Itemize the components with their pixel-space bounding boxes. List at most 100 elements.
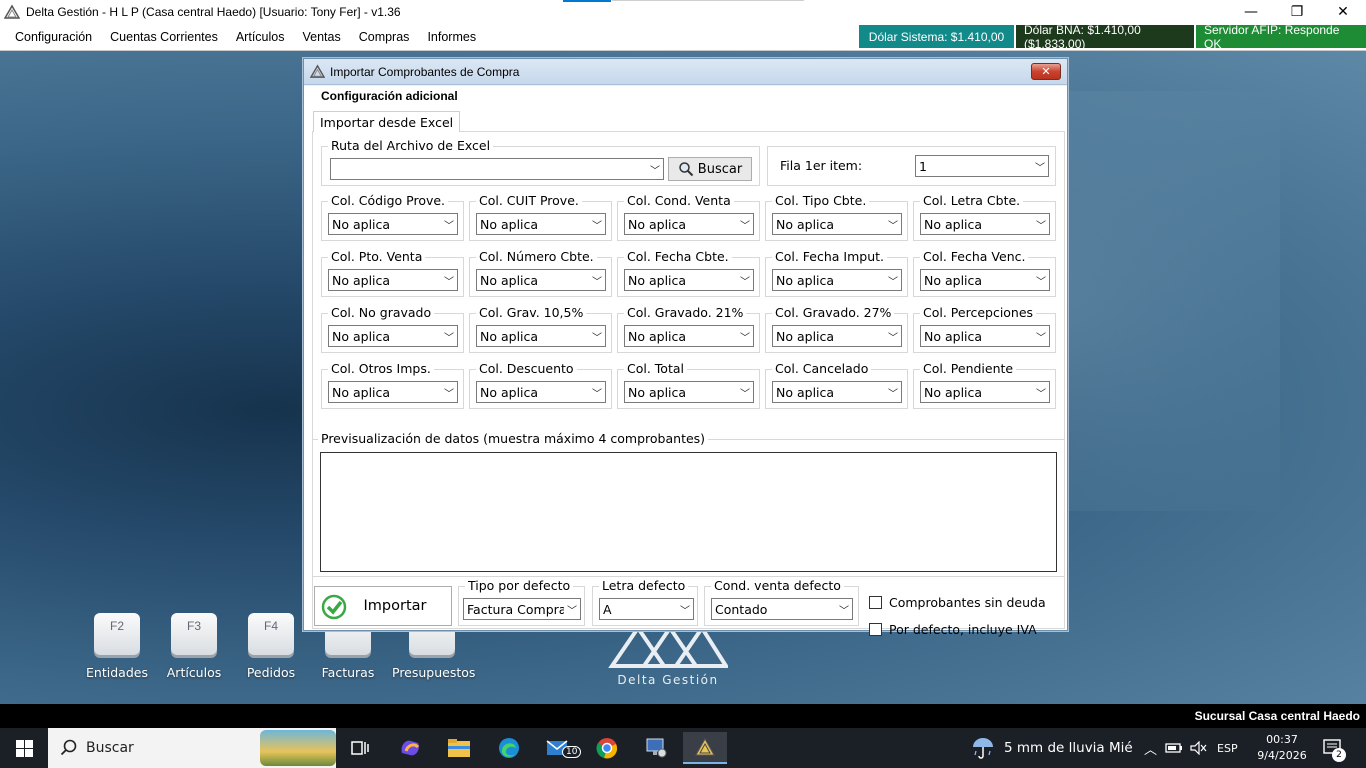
column-combo-col-gravado-21[interactable]: No aplica ﹀ (624, 325, 754, 347)
ruta-archivo-legend: Ruta del Archivo de Excel (328, 138, 494, 153)
column-combo-value: No aplica (480, 328, 539, 344)
minimize-button[interactable]: — (1228, 0, 1274, 24)
column-combo-col-total[interactable]: No aplica ﹀ (624, 381, 754, 403)
shortcut-pedidos[interactable]: F4 Pedidos (231, 613, 311, 680)
chevron-down-icon: ﹀ (592, 220, 602, 232)
delta-gestion-taskbar-icon[interactable] (683, 732, 727, 764)
shortcut-label: Entidades (86, 665, 148, 680)
column-combo-col-no-gravado[interactable]: No aplica ﹀ (328, 325, 458, 347)
column-group-col-total: Col. Total No aplica ﹀ (617, 361, 760, 409)
cond-defecto-combo[interactable]: Contado ﹀ (711, 598, 853, 620)
incluye-iva-checkbox[interactable]: Por defecto, incluye IVA (869, 622, 1037, 637)
column-combo-col-codigo-prove[interactable]: No aplica ﹀ (328, 213, 458, 235)
menu-cuentas-corrientes[interactable]: Cuentas Corrientes (101, 30, 227, 44)
notifications-button[interactable]: 2 (1322, 728, 1346, 768)
shortcut-entidades[interactable]: F2 Entidades (77, 613, 157, 680)
column-combo-col-cuit-prove[interactable]: No aplica ﹀ (476, 213, 606, 235)
tab-importar-desde-excel[interactable]: Importar desde Excel (313, 111, 461, 132)
column-combo-value: No aplica (776, 384, 835, 400)
taskbar-clock[interactable]: 00:37 9/4/2026 (1252, 732, 1312, 764)
menu-configuracion[interactable]: Configuración (6, 30, 101, 44)
mail-icon[interactable]: 10 (538, 732, 582, 764)
edge-browser-icon[interactable] (489, 732, 529, 764)
chevron-up-icon[interactable]: ︿ (1144, 739, 1157, 758)
column-combo-col-gravado-27[interactable]: No aplica ﹀ (772, 325, 902, 347)
chevron-down-icon: ﹀ (888, 276, 898, 288)
column-combo-col-otros-imps[interactable]: No aplica ﹀ (328, 381, 458, 403)
column-combo-col-letra-cbte[interactable]: No aplica ﹀ (920, 213, 1050, 235)
search-icon (679, 162, 694, 177)
weather-widget[interactable]: 5 mm de lluvia Mié (970, 728, 1133, 768)
column-combo-col-percepciones[interactable]: No aplica ﹀ (920, 325, 1050, 347)
status-servidor-afip: Servidor AFIP: Responde OK (1196, 23, 1366, 51)
letra-defecto-group: Letra defecto A ﹀ (592, 578, 698, 626)
copilot-icon[interactable] (390, 732, 430, 764)
tab-configuracion-adicional[interactable]: Configuración adicional (321, 89, 458, 103)
clock-date: 9/4/2026 (1257, 749, 1307, 762)
column-combo-col-fecha-imput[interactable]: No aplica ﹀ (772, 269, 902, 291)
tipo-defecto-combo[interactable]: Factura Compra ﹀ (463, 598, 581, 620)
battery-network-icon[interactable] (1165, 741, 1183, 755)
column-combo-col-fecha-venc[interactable]: No aplica ﹀ (920, 269, 1050, 291)
letra-defecto-combo[interactable]: A ﹀ (599, 598, 694, 620)
column-combo-col-grav-10-5[interactable]: No aplica ﹀ (476, 325, 606, 347)
window-titlebar: Delta Gestión - H L P (Casa central Haed… (0, 0, 1366, 24)
column-combo-col-cancelado[interactable]: No aplica ﹀ (772, 381, 902, 403)
menu-ventas[interactable]: Ventas (293, 30, 349, 44)
preview-grid[interactable] (320, 452, 1057, 572)
start-button[interactable] (0, 728, 48, 768)
notification-badge: 2 (1332, 748, 1346, 762)
menu-articulos[interactable]: Artículos (227, 30, 294, 44)
column-combo-col-numero-cbte[interactable]: No aplica ﹀ (476, 269, 606, 291)
windows-taskbar: Buscar 10 5 mm de lluvia Mié ︿ ESP 00:37… (0, 728, 1366, 768)
column-label: Col. Fecha Venc. (920, 249, 1029, 264)
column-group-col-pendiente: Col. Pendiente No aplica ﹀ (913, 361, 1056, 409)
menu-informes[interactable]: Informes (418, 30, 485, 44)
delta-dialog-icon (310, 64, 325, 78)
chevron-down-icon: ﹀ (592, 388, 602, 400)
column-label: Col. Fecha Cbte. (624, 249, 732, 264)
chevron-down-icon: ﹀ (1035, 162, 1045, 174)
comprobantes-sin-deuda-checkbox[interactable]: Comprobantes sin deuda (869, 595, 1046, 610)
menu-compras[interactable]: Compras (350, 30, 419, 44)
column-combo-value: No aplica (924, 216, 983, 232)
chevron-down-icon: ﹀ (888, 332, 898, 344)
chrome-browser-icon[interactable] (587, 732, 627, 764)
close-window-button[interactable]: ✕ (1320, 0, 1366, 24)
umbrella-rain-icon (973, 738, 993, 759)
clock-time: 00:37 (1266, 733, 1298, 746)
status-dolar-sistema: Dólar Sistema: $1.410,00 (859, 25, 1014, 48)
language-indicator[interactable]: ESP (1217, 742, 1238, 755)
column-label: Col. No gravado (328, 305, 435, 320)
restore-button[interactable]: ❐ (1274, 0, 1320, 24)
column-group-col-no-gravado: Col. No gravado No aplica ﹀ (321, 305, 464, 353)
column-combo-col-pto-venta[interactable]: No aplica ﹀ (328, 269, 458, 291)
column-group-col-codigo-prove: Col. Código Prove. No aplica ﹀ (321, 193, 464, 241)
column-combo-col-tipo-cbte[interactable]: No aplica ﹀ (772, 213, 902, 235)
column-combo-value: No aplica (776, 216, 835, 232)
column-label: Col. Letra Cbte. (920, 193, 1024, 208)
buscar-button[interactable]: Buscar (668, 157, 752, 181)
dialog-close-button[interactable]: ✕ (1031, 63, 1061, 80)
column-combo-col-descuento[interactable]: No aplica ﹀ (476, 381, 606, 403)
volume-muted-icon[interactable] (1189, 741, 1207, 755)
shortcut-articulos[interactable]: F3 Artículos (154, 613, 234, 680)
shortcut-label: Artículos (166, 665, 222, 680)
importar-button[interactable]: Importar (314, 586, 452, 626)
shortcut-label: Facturas (321, 665, 375, 680)
column-combo-col-fecha-cbte[interactable]: No aplica ﹀ (624, 269, 754, 291)
remote-desktop-icon[interactable] (636, 732, 676, 764)
ruta-archivo-combo[interactable]: ﹀ (330, 158, 664, 180)
column-label: Col. Gravado. 21% (624, 305, 747, 320)
fila-primer-item-combo[interactable]: 1 ﹀ (915, 155, 1049, 177)
taskbar-search[interactable]: Buscar (48, 728, 336, 768)
chevron-down-icon: ﹀ (888, 220, 898, 232)
column-combo-col-pendiente[interactable]: No aplica ﹀ (920, 381, 1050, 403)
file-explorer-icon[interactable] (439, 732, 479, 764)
task-view-icon[interactable] (340, 732, 380, 764)
preview-group: Previsualización de datos (muestra máxim… (313, 431, 1064, 577)
column-combo-value: No aplica (480, 384, 539, 400)
column-group-col-otros-imps: Col. Otros Imps. No aplica ﹀ (321, 361, 464, 409)
dialog-titlebar: Importar Comprobantes de Compra ✕ (304, 59, 1067, 85)
column-combo-col-cond-venta[interactable]: No aplica ﹀ (624, 213, 754, 235)
